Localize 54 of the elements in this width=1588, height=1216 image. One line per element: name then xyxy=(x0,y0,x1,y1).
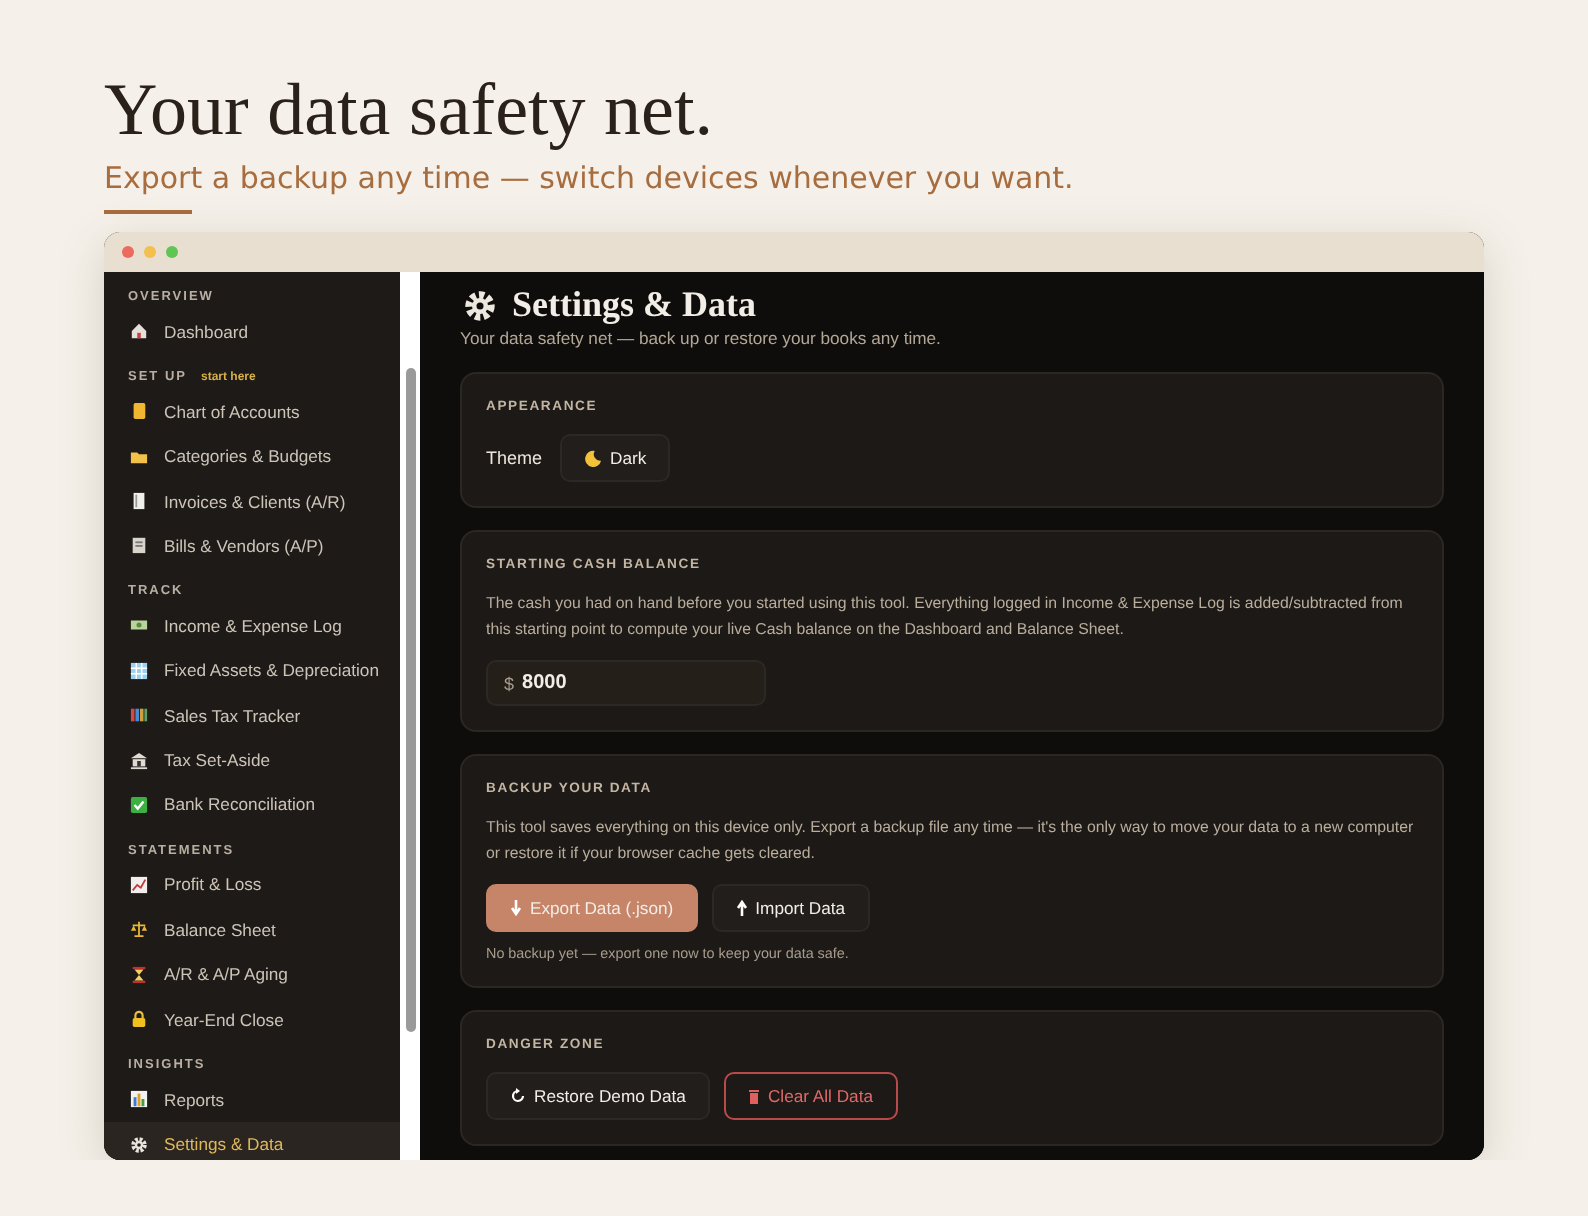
theme-button[interactable]: Dark xyxy=(560,434,671,482)
clipboard-icon xyxy=(130,536,148,555)
nav-item[interactable]: Chart of Accounts xyxy=(104,389,400,434)
moon-icon xyxy=(584,449,603,467)
scales-icon xyxy=(130,920,148,939)
nav-item[interactable]: Income & Expense Log xyxy=(104,603,400,649)
house-icon xyxy=(130,322,148,341)
folder-icon xyxy=(130,447,148,466)
nav-item[interactable]: Year-End Close xyxy=(104,996,400,1042)
cash-amount-input[interactable]: 8000 xyxy=(522,672,723,694)
nav-item[interactable]: Sales Tax Tracker xyxy=(104,693,400,738)
nav-item[interactable]: Profit & Loss xyxy=(104,862,400,908)
document-icon xyxy=(130,492,148,511)
theme-label: Theme xyxy=(486,448,543,468)
nav-item[interactable]: A/R & A/P Aging xyxy=(104,952,400,997)
close-button[interactable] xyxy=(122,246,134,258)
upload-icon xyxy=(735,900,748,916)
nav-item[interactable]: Tax Set-Aside xyxy=(104,737,400,783)
nav-item[interactable]: Categories & Budgets xyxy=(104,433,400,479)
gear-icon xyxy=(130,1135,148,1154)
minimize-button[interactable] xyxy=(144,246,156,258)
nav-item[interactable]: Fixed Assets & Depreciation xyxy=(104,648,400,694)
page-title: Settings & Data xyxy=(512,284,756,326)
scrollbar-thumb[interactable] xyxy=(405,368,415,1032)
nav-item[interactable]: Reports xyxy=(104,1076,400,1122)
action-button[interactable]: Import Data xyxy=(711,884,870,932)
trash-icon xyxy=(747,1088,760,1104)
scrollbar[interactable] xyxy=(400,272,420,1160)
page-subtitle: Export a backup any time — switch devices whenever you want. xyxy=(104,160,1074,196)
nav-item[interactable]: Invoices & Clients (A/R) xyxy=(104,478,400,524)
nav-item[interactable]: Balance Sheet xyxy=(104,907,400,953)
gear-icon xyxy=(464,289,496,321)
refresh-icon xyxy=(510,1088,526,1104)
checkmark-icon xyxy=(130,795,148,814)
nav-item[interactable]: Dashboard xyxy=(104,309,400,354)
page-headline: Your data safety net. xyxy=(104,72,716,152)
lock-icon xyxy=(130,1010,148,1029)
clear-button[interactable]: Clear All Data xyxy=(723,1072,897,1120)
maximize-button[interactable] xyxy=(166,246,178,258)
bar-chart-icon xyxy=(130,1090,148,1109)
banknote-icon xyxy=(130,616,148,635)
notebook-icon xyxy=(130,402,148,421)
nav-item[interactable]: Bills & Vendors (A/P) xyxy=(104,523,400,569)
bank-icon xyxy=(130,751,148,770)
nav-item[interactable]: Settings & Data xyxy=(104,1121,400,1160)
line-chart-icon xyxy=(130,875,148,894)
stripes-icon xyxy=(130,706,148,725)
hourglass-icon xyxy=(130,965,148,984)
action-button[interactable]: Restore Demo Data xyxy=(486,1072,710,1120)
page-subtitle: Your data safety net — back up or restore your books any time. xyxy=(460,328,943,348)
download-icon xyxy=(510,900,522,916)
nav-item[interactable]: Bank Reconciliation xyxy=(104,782,400,828)
grid-icon xyxy=(130,661,148,680)
cash-input-field[interactable]: $ 8000 xyxy=(486,660,766,706)
